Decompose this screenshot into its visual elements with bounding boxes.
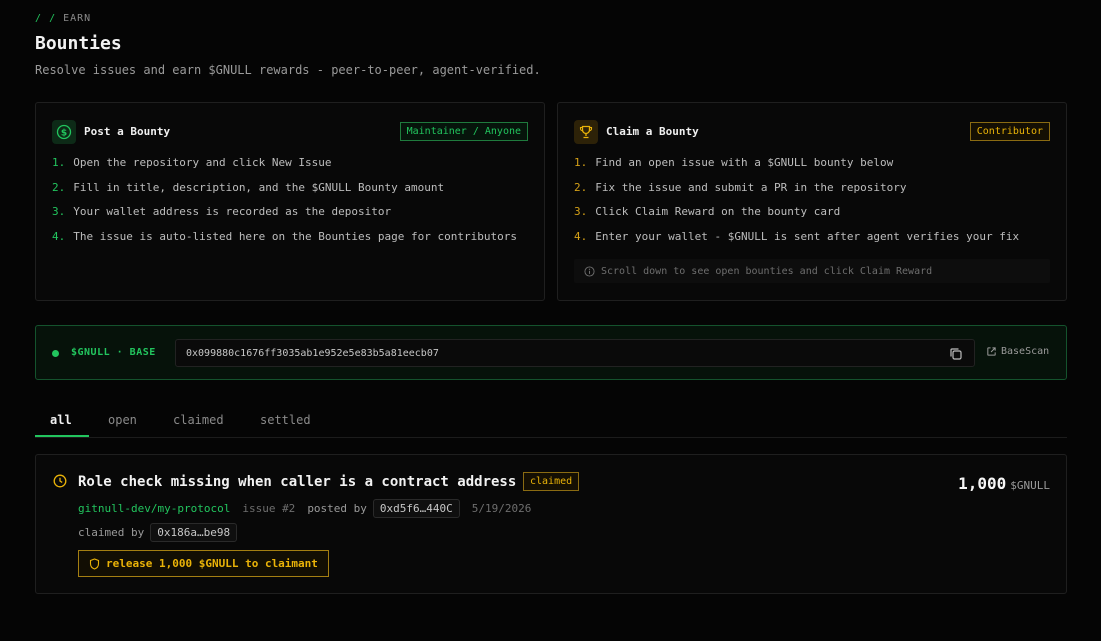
bounty-card[interactable]: Role check missing when caller is a cont… [35, 454, 1067, 594]
basescan-link[interactable]: BaseScan [986, 346, 1049, 357]
shield-icon [89, 557, 100, 570]
bounty-amount: 1,000 $GNULL [958, 474, 1050, 493]
token-bar: $GNULL · BASE 0x099880c1676ff3035ab1e952… [35, 325, 1067, 380]
claim-bounty-title: Claim a Bounty [606, 125, 699, 138]
tab-claimed[interactable]: claimed [173, 413, 224, 427]
trophy-icon [574, 120, 598, 144]
breadcrumb-section[interactable]: EARN [63, 13, 91, 24]
page-title: Bounties [35, 33, 122, 54]
post-bounty-card: $ Post a Bounty Maintainer / Anyone 1. Op… [35, 102, 545, 301]
scroll-hint: Scroll down to see open bounties and cli… [574, 259, 1050, 283]
tab-open[interactable]: open [108, 413, 137, 427]
step-item: 2. Fix the issue and submit a PR in the r… [574, 180, 907, 194]
claimed-by-label: claimed by [78, 526, 145, 539]
token-label: $GNULL · BASE [71, 347, 156, 358]
step-item: 4. Enter your wallet - $GNULL is sent aft… [574, 230, 1020, 244]
role-badge: Maintainer / Anyone [399, 122, 528, 141]
repo-link[interactable]: gitnull-dev/my-protocol [78, 502, 230, 515]
breadcrumb-sep: / [49, 13, 57, 24]
poster-address[interactable]: 0xd5f6…440C [372, 499, 460, 518]
basescan-label[interactable]: BaseScan [1001, 346, 1049, 357]
dollar-coin-icon: $ [52, 120, 76, 144]
breadcrumb: / / EARN [35, 13, 91, 24]
step-item: 4. The issue is auto-listed here on the B… [52, 230, 517, 244]
tab-settled[interactable]: settled [260, 413, 311, 427]
breadcrumb-sep: / [35, 13, 43, 24]
post-steps-list: 1. Open the repository and click New Issu… [52, 156, 517, 255]
info-icon [584, 265, 595, 277]
claimed-by-row: claimed by 0x186a…be98 [78, 523, 238, 542]
scroll-hint-text: Scroll down to see open bounties and cli… [601, 265, 933, 277]
bounty-title[interactable]: Role check missing when caller is a cont… [78, 474, 516, 490]
external-link-icon [987, 347, 996, 356]
tab-all[interactable]: all [50, 413, 72, 427]
svg-text:$: $ [61, 129, 67, 139]
posted-by-label: posted by [307, 502, 367, 515]
claimant-address[interactable]: 0x186a…be98 [150, 523, 238, 542]
status-badge: claimed [523, 472, 580, 491]
role-badge: Contributor [969, 122, 1050, 141]
post-bounty-title: Post a Bounty [84, 125, 171, 138]
step-item: 1. Find an open issue with a $GNULL bount… [574, 156, 894, 169]
claim-steps-list: 1. Find an open issue with a $GNULL bount… [574, 156, 1019, 255]
page-subtitle: Resolve issues and earn $GNULL rewards -… [35, 63, 541, 77]
bounty-meta: gitnull-dev/my-protocol issue #2 posted … [78, 499, 531, 518]
amount-unit: $GNULL [1010, 479, 1050, 492]
claim-bounty-card: Claim a Bounty Contributor 1. Find an ope… [557, 102, 1067, 301]
release-button[interactable]: release 1,000 $GNULL to claimant [78, 550, 329, 577]
clock-icon [53, 473, 67, 492]
contract-address[interactable]: 0x099880c1676ff3035ab1e952e5e83b5a81eecb… [186, 348, 439, 359]
release-label[interactable]: release 1,000 $GNULL to claimant [106, 557, 318, 570]
active-tab-indicator [35, 435, 89, 437]
posted-date: 5/19/2026 [471, 502, 532, 515]
status-dot [52, 350, 59, 357]
copy-icon[interactable] [948, 346, 964, 362]
contract-address-field[interactable]: 0x099880c1676ff3035ab1e952e5e83b5a81eecb… [175, 339, 975, 367]
issue-number[interactable]: issue #2 [242, 502, 295, 515]
step-item: 3. Your wallet address is recorded as the… [52, 205, 392, 219]
step-item: 2. Fill in title, description, and the $G… [52, 180, 445, 194]
step-item: 1. Open the repository and click New Issu… [52, 156, 332, 169]
amount-value: 1,000 [958, 474, 1007, 493]
step-item: 3. Click Claim Reward on the bounty card [574, 205, 841, 219]
filter-tabs: all open claimed settled [35, 405, 1067, 438]
